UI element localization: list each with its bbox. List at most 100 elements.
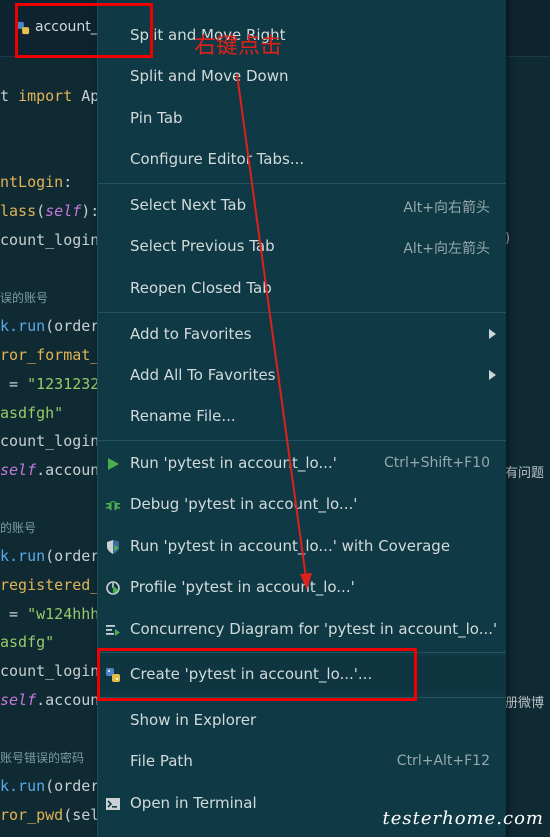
- code-fragment-right: 有问题: [505, 466, 545, 481]
- code-token: import: [18, 87, 82, 105]
- debug-icon: [106, 501, 120, 511]
- menu-item-reopen-closed-tab[interactable]: Reopen Closed Tab: [98, 270, 506, 308]
- menu-item-run-pytest[interactable]: Run 'pytest in account_lo...' Ctrl+Shift…: [98, 445, 506, 483]
- code-line: k.run(order: [0, 777, 99, 795]
- code-token: =: [0, 605, 28, 623]
- menu-item-label: Show in Explorer: [130, 711, 257, 729]
- menu-item-profile-pytest[interactable]: Profile 'pytest in account_lo...': [98, 569, 506, 607]
- code-line: count_login: [0, 231, 99, 249]
- menu-item-select-previous-tab[interactable]: Select Previous Tab Alt+向左箭头: [98, 228, 506, 266]
- menu-item-label: Rename File...: [130, 407, 236, 425]
- menu-item-label: Debug 'pytest in account_lo...': [130, 495, 358, 513]
- code-token: (: [36, 202, 46, 220]
- concurrency-icon: [106, 625, 120, 636]
- code-token: 的账号: [0, 521, 37, 535]
- code-token: k.run: [0, 777, 46, 795]
- code-token: asdfgh": [0, 404, 64, 422]
- code-token: (order: [45, 547, 100, 565]
- code-line: count_login: [0, 432, 99, 450]
- code-token: self: [0, 691, 37, 709]
- coverage-icon: [107, 540, 119, 554]
- menu-item-label: Reopen Closed Tab: [130, 279, 272, 297]
- menu-item-shortcut: Alt+向左箭头: [403, 241, 490, 257]
- code-line: = "w124hhh: [0, 605, 99, 623]
- terminal-icon: [106, 798, 120, 810]
- menu-item-add-all-to-favorites[interactable]: Add All To Favorites: [98, 357, 506, 395]
- menu-item-split-and-move-right[interactable]: Split and Move Right: [98, 17, 506, 55]
- menu-separator: [98, 440, 506, 441]
- menu-item-concurrency-diagram[interactable]: Concurrency Diagram for 'pytest in accou…: [98, 611, 506, 649]
- menu-item-label: Concurrency Diagram for 'pytest in accou…: [130, 620, 498, 638]
- code-token: asdfg": [0, 633, 55, 651]
- submenu-arrow-icon: [489, 370, 496, 380]
- menu-item-configure-editor-tabs[interactable]: Configure Editor Tabs...: [98, 141, 506, 179]
- menu-item-pin-tab[interactable]: Pin Tab: [98, 100, 506, 138]
- tab-context-menu: Split and Move Right Split and Move Down…: [97, 0, 506, 837]
- code-line: ror_pwd(sel: [0, 806, 99, 824]
- code-line: t import Ap: [0, 87, 99, 105]
- menu-item-label: Run 'pytest in account_lo...' with Cover…: [130, 537, 451, 555]
- code-token: .accoun: [36, 461, 100, 479]
- code-token: ntLogin: [0, 173, 64, 191]
- code-fragment-right: 册微博: [505, 696, 545, 711]
- code-token: 误的账号: [0, 291, 49, 305]
- menu-item-rename-file[interactable]: Rename File...: [98, 398, 506, 436]
- run-icon: [108, 458, 119, 470]
- menu-item-add-to-favorites[interactable]: Add to Favorites: [98, 316, 506, 354]
- code-line: 误的账号: [0, 288, 48, 306]
- code-token: "1231232: [27, 375, 100, 393]
- code-line: k.run(order: [0, 317, 99, 335]
- code-line: = "1231232: [0, 375, 99, 393]
- menu-item-show-in-explorer[interactable]: Show in Explorer: [98, 702, 506, 740]
- menu-item-select-next-tab[interactable]: Select Next Tab Alt+向右箭头: [98, 187, 506, 225]
- menu-item-label: Select Previous Tab: [130, 237, 275, 255]
- code-line: asdfgh": [0, 404, 63, 422]
- code-token: t: [0, 87, 19, 105]
- code-token: count_login: [0, 662, 100, 680]
- code-line: ror_format_: [0, 346, 99, 364]
- code-token: k.run: [0, 547, 46, 565]
- annotation-text: 右键点击: [194, 34, 283, 59]
- code-token: (sel: [63, 806, 100, 824]
- menu-item-label: Select Next Tab: [130, 196, 247, 214]
- code-line: count_login: [0, 662, 99, 680]
- code-token: self: [0, 461, 37, 479]
- code-line: self.accoun: [0, 691, 99, 709]
- code-token: count_login: [0, 432, 100, 450]
- menu-separator: [98, 183, 506, 184]
- menu-item-label: Profile 'pytest in account_lo...': [130, 578, 355, 596]
- menu-separator: [98, 312, 506, 313]
- code-token: ror_format_: [0, 346, 100, 364]
- menu-item-label: Run 'pytest in account_lo...': [130, 454, 337, 472]
- code-token: :: [63, 173, 73, 191]
- menu-item-label: Configure Editor Tabs...: [130, 150, 305, 168]
- code-token: k.run: [0, 317, 46, 335]
- code-line: lass(self):: [0, 202, 99, 220]
- menu-item-file-path[interactable]: File Path Ctrl+Alt+F12: [98, 743, 506, 781]
- menu-item-debug-pytest[interactable]: Debug 'pytest in account_lo...': [98, 486, 506, 524]
- menu-item-label: Pin Tab: [130, 109, 183, 127]
- code-token: .accoun: [36, 691, 100, 709]
- code-token: =: [0, 375, 28, 393]
- code-token: (order: [45, 777, 100, 795]
- code-token: 账号错误的密码: [0, 751, 85, 765]
- code-token: ror_pwd: [0, 806, 64, 824]
- menu-item-label: File Path: [130, 752, 193, 770]
- menu-item-split-and-move-down[interactable]: Split and Move Down: [98, 58, 506, 96]
- watermark-text: testerhome.com: [382, 808, 544, 829]
- menu-item-shortcut: Ctrl+Shift+F10: [383, 455, 490, 471]
- code-line: 的账号: [0, 518, 36, 536]
- menu-item-label: Split and Move Down: [130, 67, 289, 85]
- annotation-highlight-create: [97, 648, 417, 701]
- code-token: lass: [0, 202, 37, 220]
- menu-item-label: Add All To Favorites: [130, 366, 276, 384]
- submenu-arrow-icon: [489, 329, 496, 339]
- code-line: k.run(order: [0, 547, 99, 565]
- code-token: self: [45, 202, 82, 220]
- menu-item-label: Add to Favorites: [130, 325, 252, 343]
- menu-item-run-with-coverage[interactable]: Run 'pytest in account_lo...' with Cover…: [98, 528, 506, 566]
- code-line: 账号错误的密码: [0, 748, 84, 766]
- code-token: (order: [45, 317, 100, 335]
- menu-item-shortcut: Alt+向右箭头: [403, 200, 490, 216]
- code-line: asdfg": [0, 633, 54, 651]
